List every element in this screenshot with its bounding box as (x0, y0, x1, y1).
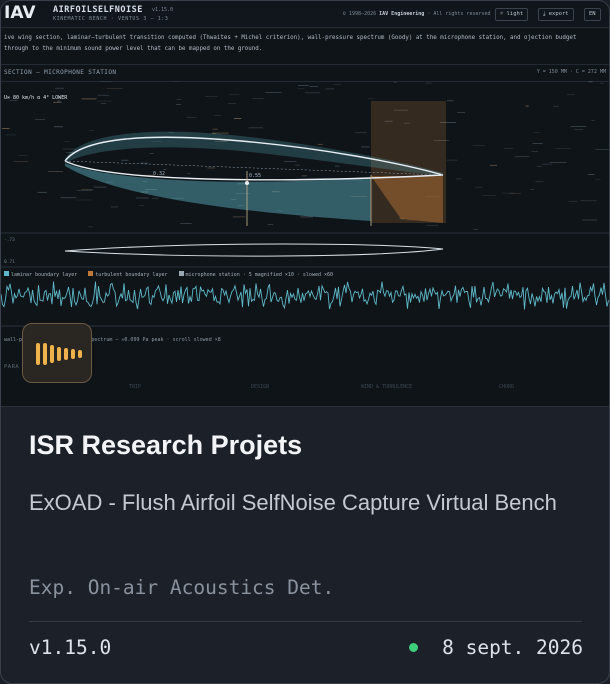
project-date: 8 sept. 2026 (442, 636, 583, 659)
param-col-trip: TRIP (129, 384, 142, 390)
side-value-top: -.73 (4, 237, 15, 243)
card-divider (29, 621, 582, 622)
section-header: SECTION — MICROPHONE STATION Y = 150 MM … (1, 64, 609, 82)
app-icon (22, 323, 92, 383)
wall-pressure-signal (1, 281, 609, 310)
project-category: Exp. On-air Acoustics Det. (29, 576, 335, 599)
param-col-design: DESIGN (251, 384, 270, 390)
project-card[interactable]: IAV AIRFOILSELFNOISE v1.15.0 KINEMATIC B… (0, 0, 610, 684)
station-label-b: 0.55 (249, 173, 261, 179)
param-col-chord: CHORD (499, 384, 515, 390)
app-version-tag: v1.15.0 (152, 7, 174, 13)
legend-laminar: laminar boundary layer (4, 271, 77, 278)
flow-label: U∞ 80 km/h α 4° LOWER (4, 95, 68, 101)
section-title: SECTION — MICROPHONE STATION (4, 69, 117, 76)
project-subtitle: ExOAD - Flush Airfoil SelfNoise Capture … (29, 490, 557, 515)
param-col-wind: WIND & TURBULENCE (361, 384, 413, 390)
light-theme-button[interactable]: ☼ light (495, 8, 529, 21)
waveform-icon (36, 343, 82, 365)
export-button[interactable]: ⤓ export (538, 8, 574, 21)
legend-turbulent: turbulent boundary layer (88, 271, 168, 278)
status-dot (409, 643, 418, 652)
app-description: ive wing section, laminar–turbulent tran… (4, 35, 577, 52)
app-logo: IAV (4, 3, 36, 23)
copyright-text: © 1998–2026 IAV Engineering · All rights… (343, 11, 491, 17)
side-value-bottom: 0.71 (4, 259, 15, 265)
microphone-station-dot (245, 181, 249, 185)
app-topbar: IAV AIRFOILSELFNOISE v1.15.0 KINEMATIC B… (1, 1, 609, 28)
project-title: ISR Research Projets (29, 430, 303, 460)
airfoil-plot: 0.32 0.55 -.73 0.71 (1, 81, 609, 327)
section-meta: Y = 150 MM · C = 272 MM (536, 69, 606, 75)
legend-microphone: microphone station · 5 magnified ×10 · s… (178, 271, 333, 278)
station-label-a: 0.32 (153, 171, 165, 177)
language-button[interactable]: EN (584, 8, 601, 21)
parameters-label: PARA (4, 364, 20, 370)
project-version: v1.15.0 (29, 636, 112, 659)
app-name: AIRFOILSELFNOISE (53, 5, 143, 15)
airfoil-thumbnail (64, 243, 444, 257)
app-subtitle: KINEMATIC BENCH · VENTUS 3 — 1:3 (53, 16, 169, 22)
plot-legend: laminar boundary layer turbulent boundar… (4, 271, 341, 278)
